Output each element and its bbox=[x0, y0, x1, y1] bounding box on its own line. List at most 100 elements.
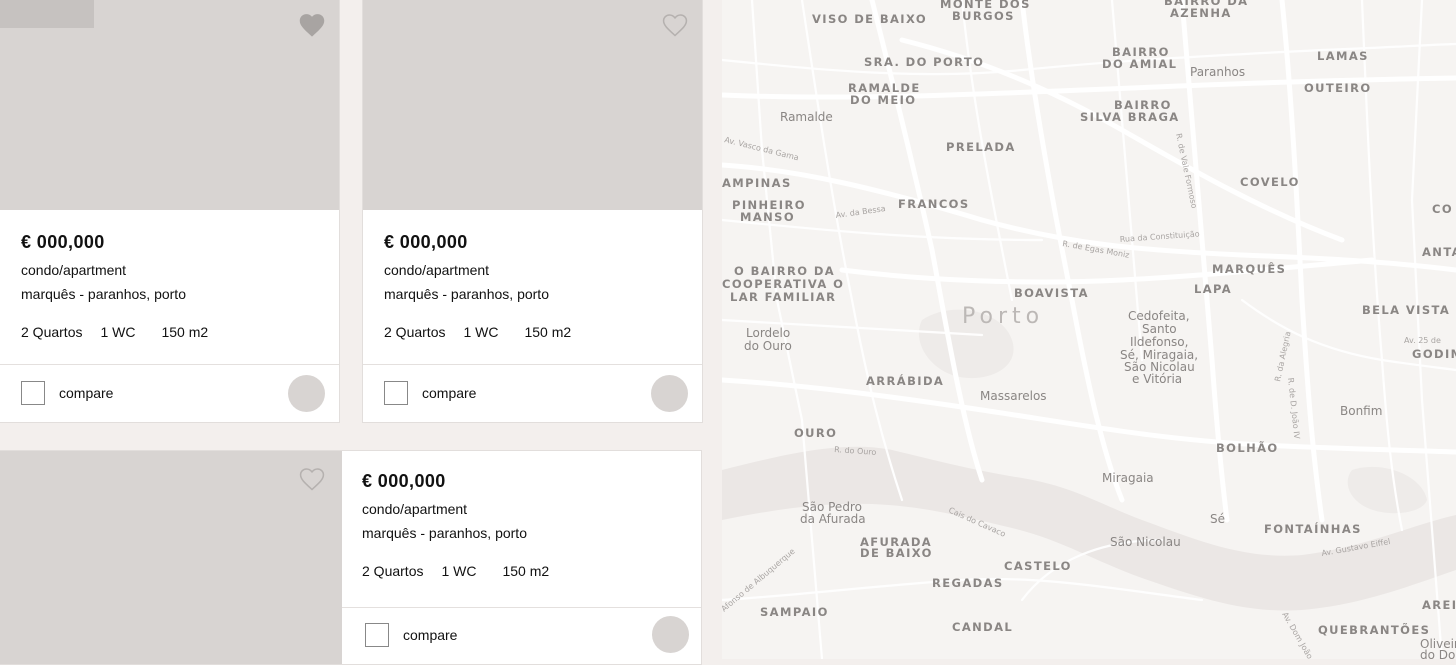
map-district-label: REGADAS bbox=[932, 576, 1004, 590]
map-district-label: BOAVISTA bbox=[1014, 286, 1089, 300]
listing-price: € 000,000 bbox=[384, 232, 468, 252]
map-street-label: Av. da Bessa bbox=[835, 204, 886, 220]
listing-info: € 000,000 condo/apartment marquês - para… bbox=[384, 232, 571, 340]
heart-outline-icon[interactable] bbox=[661, 12, 689, 38]
map-district-label: PRELADA bbox=[946, 140, 1016, 154]
card-divider bbox=[342, 607, 701, 608]
compare-label: compare bbox=[422, 385, 477, 401]
map-district-label: BURGOS bbox=[952, 9, 1015, 23]
map-district-label: CASTELO bbox=[1004, 559, 1072, 573]
listing-type: condo/apartment bbox=[21, 262, 127, 278]
map-place-label: do Ouro bbox=[744, 339, 792, 353]
map-city-label: Porto bbox=[962, 304, 1044, 329]
listing-location: marquês - paranhos, porto bbox=[384, 286, 549, 302]
listing-card[interactable]: € 000,000 condo/apartment marquês - para… bbox=[362, 0, 703, 423]
map-street-label: R. de D. João IV bbox=[1286, 377, 1301, 440]
map-district-label: VISO DE BAIXO bbox=[812, 12, 927, 26]
map-view[interactable]: VISO DE BAIXO MONTE DOS BURGOS BAIRRO DA… bbox=[722, 0, 1456, 659]
map-district-label: LAPA bbox=[1194, 282, 1232, 296]
compare-control[interactable]: compare bbox=[21, 381, 113, 405]
map-district-label: DO MEIO bbox=[850, 93, 916, 107]
map-place-label: Massarelos bbox=[980, 389, 1047, 403]
map-street-label: Av. Dom João bbox=[1280, 611, 1314, 660]
listing-rooms: 2 Quartos bbox=[362, 563, 424, 579]
heart-outline-icon[interactable] bbox=[298, 466, 326, 492]
map-district-label: ARRÁBIDA bbox=[866, 373, 944, 388]
listing-panel: € 000,000 condo/apartment marquês - para… bbox=[0, 0, 722, 665]
map-street-label: Afonso de Albuquerque bbox=[722, 547, 797, 614]
map-place-label: Paranhos bbox=[1190, 65, 1245, 79]
agent-avatar[interactable] bbox=[651, 375, 688, 412]
listing-price: € 000,000 bbox=[21, 232, 105, 252]
map-district-label: SRA. DO PORTO bbox=[864, 55, 984, 69]
listing-stats: 2 Quartos 1 WC 150 m2 bbox=[384, 324, 571, 340]
listing-stats: 2 Quartos 1 WC 150 m2 bbox=[362, 563, 549, 579]
map-district-label: DE BAIXO bbox=[860, 546, 933, 560]
map-district-label: DO AMIAL bbox=[1102, 57, 1177, 71]
map-district-label: FONTAÍNHAS bbox=[1264, 521, 1362, 536]
listing-baths: 1 WC bbox=[100, 324, 136, 340]
map-district-label: SAMPAIO bbox=[760, 605, 829, 619]
listing-tag bbox=[0, 0, 94, 28]
map-district-label: CANDAL bbox=[952, 620, 1013, 634]
listing-stats: 2 Quartos 1 WC 150 m2 bbox=[21, 324, 208, 340]
map-district-label: AREIN bbox=[1422, 598, 1456, 612]
map-district-label: AMPINAS bbox=[722, 176, 792, 190]
map-place-label: Cedofeita, bbox=[1128, 309, 1190, 323]
map-street-label: R. da Alegria bbox=[1273, 331, 1292, 383]
listing-baths: 1 WC bbox=[441, 563, 477, 579]
listing-area: 150 m2 bbox=[161, 324, 209, 340]
listing-location: marquês - paranhos, porto bbox=[362, 525, 527, 541]
agent-avatar[interactable] bbox=[288, 375, 325, 412]
map-place-label: Miragaia bbox=[1102, 471, 1154, 485]
map-district-label: GODIM bbox=[1412, 347, 1456, 361]
listing-location: marquês - paranhos, porto bbox=[21, 286, 186, 302]
compare-checkbox[interactable] bbox=[365, 623, 389, 647]
listing-info: € 000,000 condo/apartment marquês - para… bbox=[21, 232, 208, 340]
listing-type: condo/apartment bbox=[384, 262, 490, 278]
map-place-label: Bonfim bbox=[1340, 404, 1382, 418]
listing-photo[interactable] bbox=[0, 451, 342, 664]
map-district-label: OUTEIRO bbox=[1304, 81, 1372, 95]
map-district-label: COVELO bbox=[1240, 175, 1300, 189]
compare-control[interactable]: compare bbox=[384, 381, 476, 405]
map-place-label: do Douro bbox=[1420, 648, 1456, 659]
map-district-label: BELA VISTA bbox=[1362, 303, 1450, 317]
map-district-label: MARQUÊS bbox=[1212, 261, 1286, 276]
compare-label: compare bbox=[403, 627, 458, 643]
map-district-label: LAR FAMILIAR bbox=[730, 290, 836, 304]
map-district-label: BOLHÃO bbox=[1216, 440, 1279, 455]
heart-filled-icon[interactable] bbox=[298, 12, 326, 38]
map-district-label: ANTAS bbox=[1422, 245, 1456, 259]
map-district-label: LAMAS bbox=[1317, 49, 1369, 63]
map-place-label: São Nicolau bbox=[1110, 535, 1181, 549]
listing-info: € 000,000 condo/apartment marquês - para… bbox=[362, 471, 549, 579]
listing-type: condo/apartment bbox=[362, 501, 468, 517]
listing-card[interactable]: € 000,000 condo/apartment marquês - para… bbox=[0, 0, 340, 423]
map-district-label: FRANCOS bbox=[898, 197, 970, 211]
map-district-label: AZENHA bbox=[1170, 6, 1232, 20]
listing-price: € 000,000 bbox=[362, 471, 446, 491]
agent-avatar[interactable] bbox=[652, 616, 689, 653]
map-place-label: da Afurada bbox=[800, 512, 866, 526]
map-district-label: QUEBRANTÕES bbox=[1318, 622, 1430, 637]
listing-area: 150 m2 bbox=[524, 324, 572, 340]
map-district-label: COOPERATIVA O bbox=[722, 277, 844, 291]
listing-photo[interactable] bbox=[363, 0, 702, 210]
map-district-label: OURO bbox=[794, 426, 837, 440]
map-district-label: CO bbox=[1432, 202, 1453, 216]
listing-rooms: 2 Quartos bbox=[384, 324, 446, 340]
map-street-label: Av. 25 de bbox=[1404, 336, 1441, 345]
compare-control[interactable]: compare bbox=[365, 623, 457, 647]
listing-card[interactable]: € 000,000 condo/apartment marquês - para… bbox=[0, 450, 702, 665]
map-canvas[interactable]: VISO DE BAIXO MONTE DOS BURGOS BAIRRO DA… bbox=[722, 0, 1456, 659]
listing-rooms: 2 Quartos bbox=[21, 324, 83, 340]
compare-label: compare bbox=[59, 385, 114, 401]
compare-checkbox[interactable] bbox=[21, 381, 45, 405]
card-divider bbox=[363, 364, 702, 365]
listing-photo[interactable] bbox=[0, 0, 339, 210]
map-place-label: Santo bbox=[1142, 322, 1177, 336]
card-divider bbox=[0, 364, 339, 365]
compare-checkbox[interactable] bbox=[384, 381, 408, 405]
map-district-label: O BAIRRO DA bbox=[734, 264, 835, 278]
